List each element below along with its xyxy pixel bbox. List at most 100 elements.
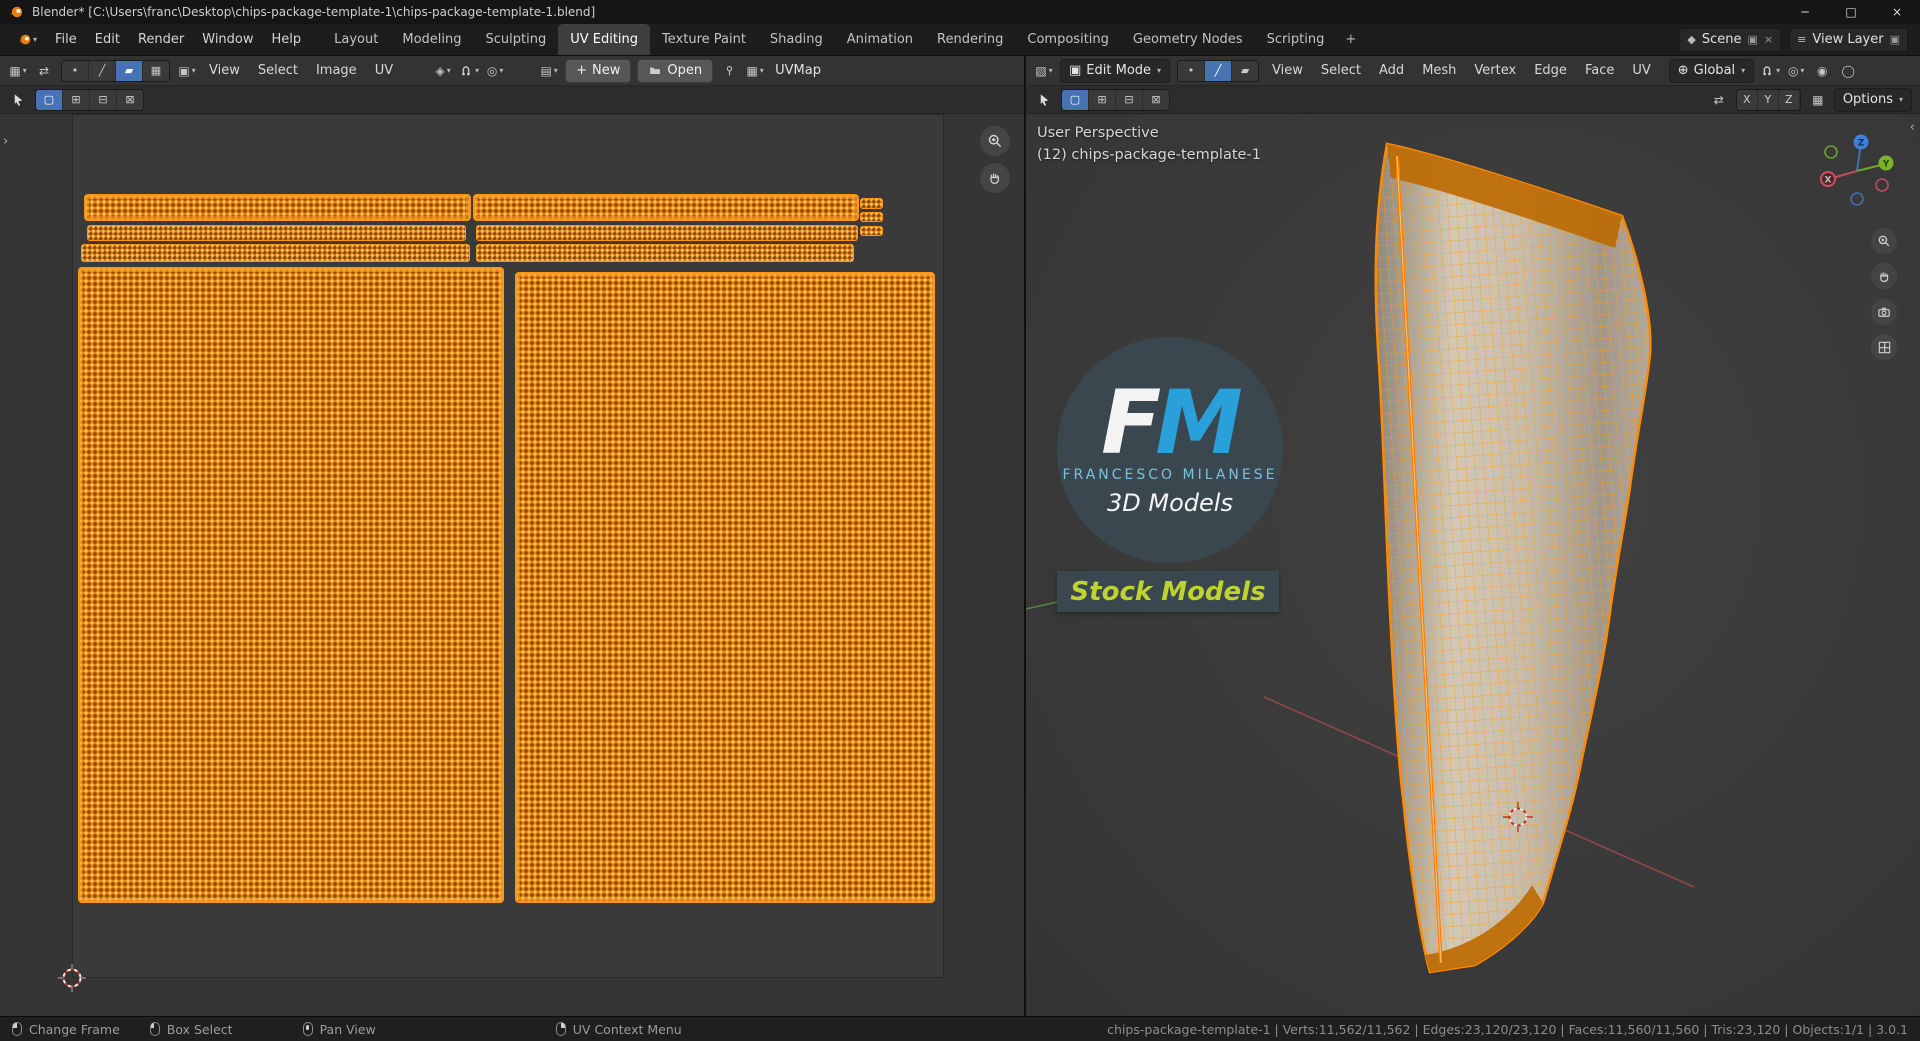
uv-island[interactable]	[477, 226, 857, 240]
pivot-point-dropdown[interactable]: ◈ ▾	[431, 61, 455, 81]
gizmo-neg-z-axis[interactable]	[1850, 192, 1864, 206]
tab-layout[interactable]: Layout	[322, 24, 390, 55]
vp-menu-add[interactable]: Add	[1371, 60, 1412, 81]
snap-toggle[interactable]: ▾	[457, 61, 481, 81]
snap-toggle[interactable]: ▾	[1758, 61, 1782, 81]
zoom-tool-button[interactable]	[980, 126, 1010, 156]
uv-island[interactable]	[86, 196, 469, 219]
editor-type-button[interactable]: ▦ ▾	[6, 61, 30, 81]
tab-compositing[interactable]: Compositing	[1015, 24, 1121, 55]
uv-select-edge-button[interactable]: ╱	[89, 60, 116, 81]
pan-tool-button[interactable]	[980, 163, 1010, 193]
editor-type-button[interactable]: ▧ ▾	[1032, 61, 1056, 81]
uv-menu-view[interactable]: View	[201, 60, 248, 81]
browse-image-dropdown[interactable]: ▤ ▾	[537, 61, 561, 81]
vp-menu-face[interactable]: Face	[1577, 60, 1622, 81]
vp-menu-select[interactable]: Select	[1313, 60, 1369, 81]
view-layer-selector[interactable]: ≡ View Layer ▣	[1789, 27, 1908, 52]
menu-render[interactable]: Render	[129, 24, 193, 55]
mirror-x-button[interactable]: X	[1736, 89, 1758, 110]
menu-help[interactable]: Help	[263, 24, 311, 55]
menu-file[interactable]: File	[46, 24, 86, 55]
chips-package-mesh[interactable]	[1374, 142, 1652, 974]
gizmo-neg-x-axis[interactable]	[1875, 178, 1889, 192]
viewport-zoom-button[interactable]	[1871, 228, 1897, 254]
mirror-y-button[interactable]: Y	[1757, 89, 1779, 110]
uv-island-small[interactable]	[861, 213, 882, 221]
edge-select-button[interactable]: ╱	[1205, 60, 1233, 81]
open-image-button[interactable]: Open	[637, 58, 714, 83]
viewport-canvas[interactable]: User Perspective (12) chips-package-temp…	[1026, 114, 1920, 1016]
navigation-gizmo[interactable]: Z Y X	[1815, 129, 1899, 213]
unlink-scene-icon[interactable]: ×	[1764, 33, 1773, 46]
select-subtract-button[interactable]: ⊟	[90, 89, 117, 110]
sticky-selection-dropdown[interactable]: ▣ ▾	[175, 61, 199, 81]
uv-menu-uv[interactable]: UV	[367, 60, 401, 81]
new-image-button[interactable]: + New	[565, 58, 632, 83]
uv-island-small[interactable]	[861, 227, 882, 235]
menu-edit[interactable]: Edit	[86, 24, 129, 55]
active-tool-button[interactable]	[6, 90, 30, 110]
uv-sync-selection-toggle[interactable]: ⇄	[32, 61, 56, 81]
pin-toggle[interactable]	[717, 61, 741, 81]
vp-menu-view[interactable]: View	[1264, 60, 1311, 81]
tab-geometry-nodes[interactable]: Geometry Nodes	[1121, 24, 1255, 55]
tab-animation[interactable]: Animation	[835, 24, 925, 55]
toolbar-expand-icon[interactable]: ›	[3, 134, 8, 149]
uv-island[interactable]	[477, 245, 853, 261]
tab-uv-editing[interactable]: UV Editing	[558, 24, 651, 55]
tool-options-dropdown[interactable]: Options ▾	[1833, 87, 1912, 112]
tab-sculpting[interactable]: Sculpting	[474, 24, 559, 55]
uv-canvas[interactable]: ›	[0, 114, 1024, 1016]
select-set-button[interactable]: ▢	[1062, 89, 1089, 110]
mode-dropdown[interactable]: ▣ Edit Mode ▾	[1060, 58, 1171, 83]
proportional-editing-dropdown[interactable]: ◎ ▾	[483, 61, 507, 81]
vp-menu-edge[interactable]: Edge	[1526, 60, 1575, 81]
new-view-layer-icon[interactable]: ▣	[1890, 33, 1900, 46]
scene-selector[interactable]: ◆ Scene ▣ ×	[1679, 27, 1782, 52]
select-extend-button[interactable]: ⊞	[63, 89, 90, 110]
uv-select-face-button[interactable]: ▰	[116, 60, 143, 81]
orthographic-toggle-button[interactable]	[1871, 334, 1897, 360]
sidebar-expand-icon[interactable]: ‹	[1910, 120, 1915, 135]
new-scene-icon[interactable]: ▣	[1748, 33, 1758, 46]
uv-island-back-panel[interactable]	[517, 274, 933, 901]
gizmo-neg-y-axis[interactable]	[1824, 145, 1838, 159]
tab-rendering[interactable]: Rendering	[925, 24, 1015, 55]
select-intersect-button[interactable]: ⊠	[117, 89, 143, 110]
vp-menu-uv[interactable]: UV	[1624, 60, 1658, 81]
uv-island[interactable]	[88, 226, 465, 240]
mirror-z-button[interactable]: Z	[1778, 89, 1800, 110]
select-set-button[interactable]: ▢	[36, 89, 63, 110]
transform-orientation-dropdown[interactable]: ⊕ Global ▾	[1668, 58, 1755, 83]
vp-menu-mesh[interactable]: Mesh	[1414, 60, 1464, 81]
minimize-button[interactable]: ─	[1782, 0, 1828, 24]
add-workspace-button[interactable]: +	[1336, 24, 1365, 55]
select-subtract-button[interactable]: ⊟	[1116, 89, 1143, 110]
viewport-pan-button[interactable]	[1871, 263, 1897, 289]
tab-texture-paint[interactable]: Texture Paint	[650, 24, 758, 55]
overlays-icon[interactable]: ◯	[1836, 61, 1860, 81]
tab-shading[interactable]: Shading	[758, 24, 835, 55]
uv-island-front-panel[interactable]	[80, 269, 502, 901]
active-tool-button[interactable]	[1032, 90, 1056, 110]
face-select-button[interactable]: ▰	[1232, 60, 1259, 81]
camera-view-button[interactable]	[1871, 299, 1897, 325]
uv-island[interactable]	[475, 196, 857, 219]
uv-island[interactable]	[82, 245, 469, 261]
tab-modeling[interactable]: Modeling	[390, 24, 473, 55]
uv-select-vertex-button[interactable]: •	[62, 60, 89, 81]
vp-menu-vertex[interactable]: Vertex	[1466, 60, 1524, 81]
tab-scripting[interactable]: Scripting	[1255, 24, 1337, 55]
uv-menu-image[interactable]: Image	[308, 60, 365, 81]
vertex-select-button[interactable]: •	[1178, 60, 1206, 81]
shading-sphere-icon[interactable]: ◉	[1810, 61, 1834, 81]
uv-map-selector[interactable]: ▦ ▾	[743, 61, 767, 81]
uv-select-island-button[interactable]: ▦	[143, 60, 169, 81]
uv-island-small[interactable]	[861, 199, 882, 208]
select-intersect-button[interactable]: ⊠	[1143, 89, 1169, 110]
proportional-editing-dropdown[interactable]: ◎ ▾	[1784, 61, 1808, 81]
close-button[interactable]: ×	[1874, 0, 1920, 24]
uv-menu-select[interactable]: Select	[250, 60, 306, 81]
select-extend-button[interactable]: ⊞	[1089, 89, 1116, 110]
